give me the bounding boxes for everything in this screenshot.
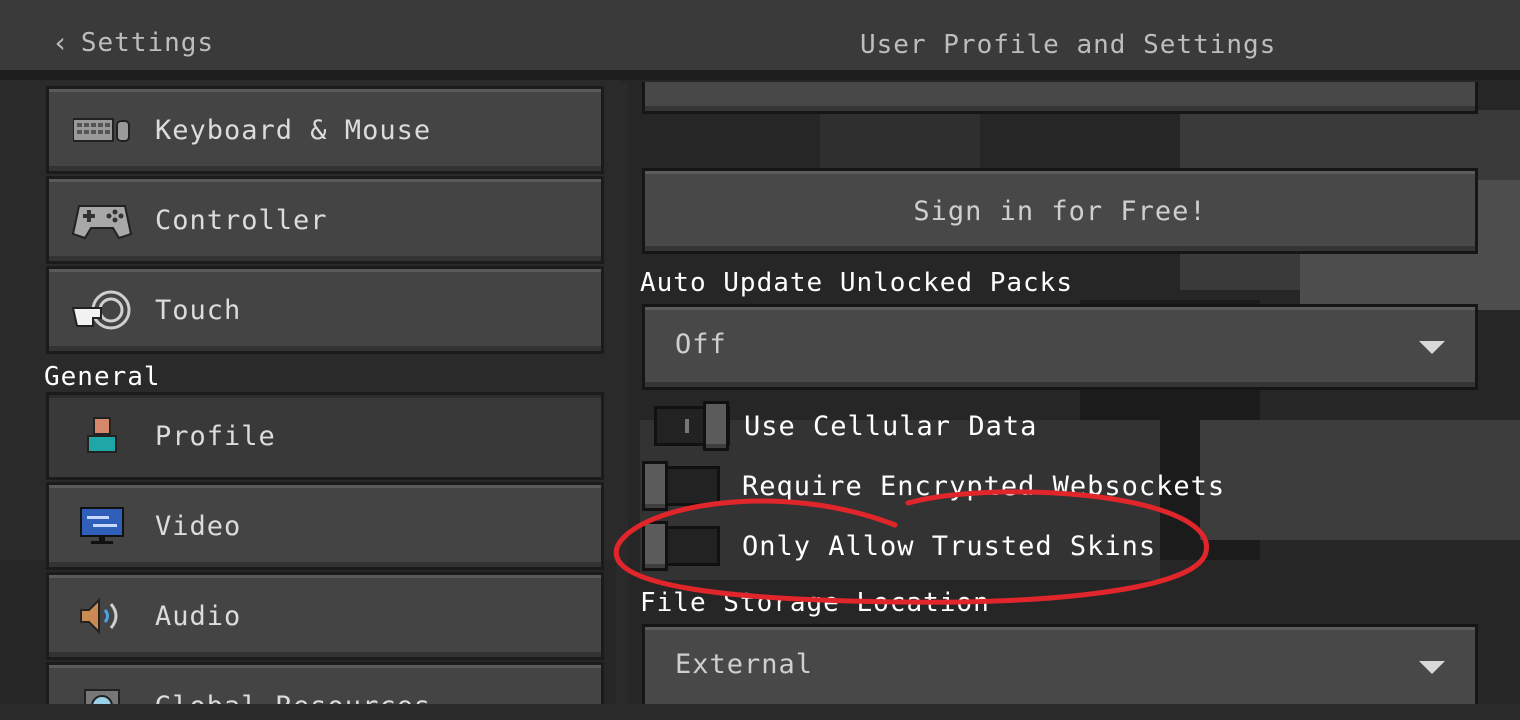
page-title: User Profile and Settings — [860, 30, 1277, 60]
chevron-down-icon — [1419, 341, 1445, 354]
sidebar-item-video[interactable]: Video — [46, 482, 604, 570]
bottom-strip — [0, 704, 1520, 720]
toggle-knob — [642, 521, 668, 571]
file-storage-label: File Storage Location — [640, 588, 990, 618]
sidebar-item-label: Audio — [155, 600, 242, 632]
auto-update-value: Off — [675, 329, 727, 360]
back-button[interactable]: ‹ Settings — [52, 28, 214, 58]
toggle-row-cellular: Use Cellular Data — [654, 401, 1038, 451]
sidebar-item-keyboard-mouse[interactable]: Keyboard & Mouse — [46, 86, 604, 174]
sidebar-item-controller[interactable]: Controller — [46, 176, 604, 264]
toggle-knob — [703, 401, 729, 451]
profile-settings-panel: Sign in for Free! Auto Update Unlocked P… — [628, 82, 1498, 704]
sidebar-item-touch[interactable]: Touch — [46, 266, 604, 354]
speaker-icon — [69, 592, 135, 640]
sign-in-button[interactable]: Sign in for Free! — [642, 168, 1478, 254]
keyboard-mouse-icon — [69, 106, 135, 154]
gamepad-icon — [69, 196, 135, 244]
previous-button-partial[interactable] — [642, 82, 1478, 114]
sidebar-item-global-resources[interactable]: Global Resources — [46, 662, 604, 704]
chevron-left-icon: ‹ — [52, 26, 69, 59]
sidebar-item-label: Global Resources — [155, 691, 431, 705]
sidebar-item-label: Touch — [155, 294, 242, 326]
section-label-general: General — [44, 362, 161, 392]
sidebar-item-label: Video — [155, 510, 242, 542]
toggle-row-trusted-skins: Only Allow Trusted Skins — [642, 521, 1157, 571]
toggle-mark — [685, 419, 689, 433]
cellular-data-toggle[interactable] — [654, 401, 730, 451]
trusted-skins-toggle[interactable] — [642, 521, 720, 571]
file-storage-value: External — [675, 649, 814, 680]
chevron-down-icon — [1419, 661, 1445, 674]
global-resources-icon — [69, 682, 135, 704]
top-bar: ‹ Settings User Profile and Settings — [0, 0, 1520, 76]
monitor-icon — [69, 502, 135, 550]
sidebar-item-label: Keyboard & Mouse — [155, 114, 432, 146]
auto-update-label: Auto Update Unlocked Packs — [640, 268, 1073, 298]
sidebar-item-label: Profile — [155, 420, 276, 452]
toggle-knob — [642, 461, 668, 511]
touch-hand-icon — [69, 286, 135, 334]
file-storage-dropdown[interactable]: External — [642, 624, 1478, 704]
panel-divider — [616, 82, 628, 704]
toggle-label: Require Encrypted Websockets — [742, 470, 1226, 502]
sidebar-item-label: Controller — [155, 204, 328, 236]
toggle-label: Use Cellular Data — [744, 410, 1038, 442]
sidebar-item-audio[interactable]: Audio — [46, 572, 604, 660]
auto-update-dropdown[interactable]: Off — [642, 304, 1478, 390]
profile-icon — [69, 412, 135, 460]
encrypted-websockets-toggle[interactable] — [642, 461, 720, 511]
toggle-row-websockets: Require Encrypted Websockets — [642, 461, 1226, 511]
back-label: Settings — [80, 28, 215, 58]
toggle-label: Only Allow Trusted Skins — [742, 530, 1157, 562]
sidebar-item-profile[interactable]: Profile — [46, 392, 604, 480]
settings-sidebar: Keyboard & Mouse Controller Touch Genera… — [0, 82, 616, 704]
